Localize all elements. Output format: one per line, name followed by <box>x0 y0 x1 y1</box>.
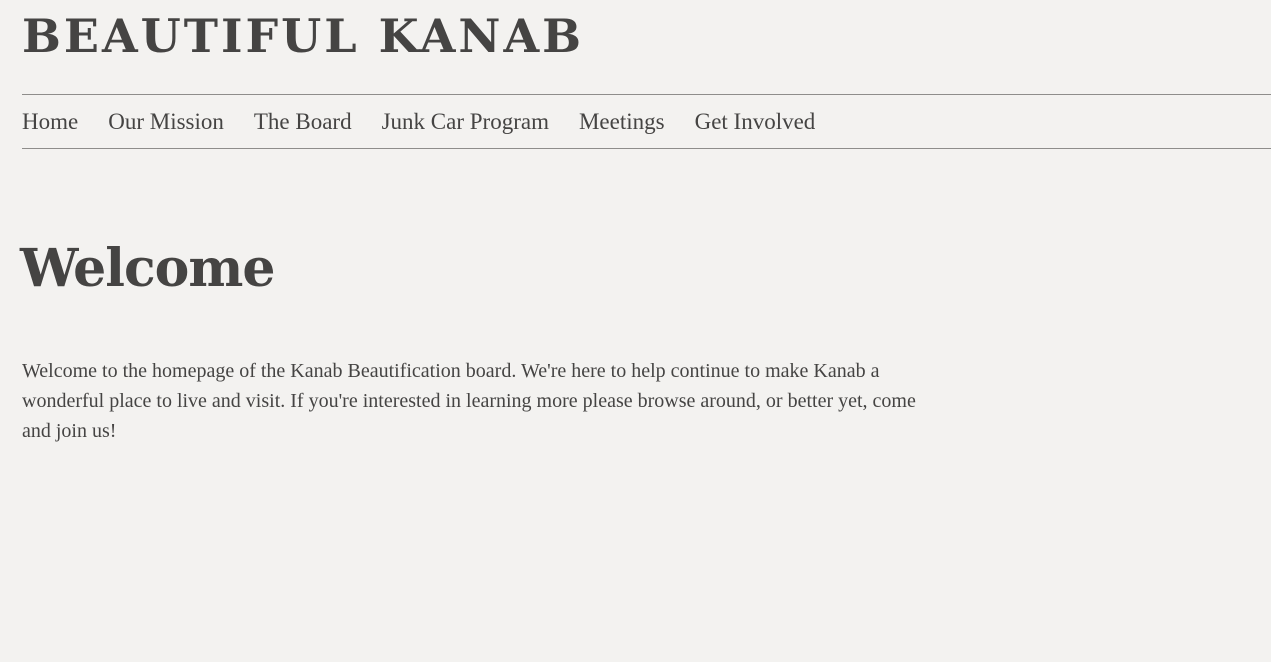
main-navigation: Home Our Mission The Board Junk Car Prog… <box>22 94 1271 149</box>
intro-paragraph: Welcome to the homepage of the Kanab Bea… <box>22 360 916 442</box>
site-title[interactable]: BEAUTIFUL KANAB <box>22 8 584 64</box>
nav-item-junk-car-program[interactable]: Junk Car Program <box>382 95 549 148</box>
nav-item-home[interactable]: Home <box>22 95 78 148</box>
page-heading: Welcome <box>20 238 275 299</box>
nav-item-the-board[interactable]: The Board <box>254 95 352 148</box>
nav-item-meetings[interactable]: Meetings <box>579 95 665 148</box>
nav-item-our-mission[interactable]: Our Mission <box>108 95 224 148</box>
nav-item-get-involved[interactable]: Get Involved <box>695 95 816 148</box>
